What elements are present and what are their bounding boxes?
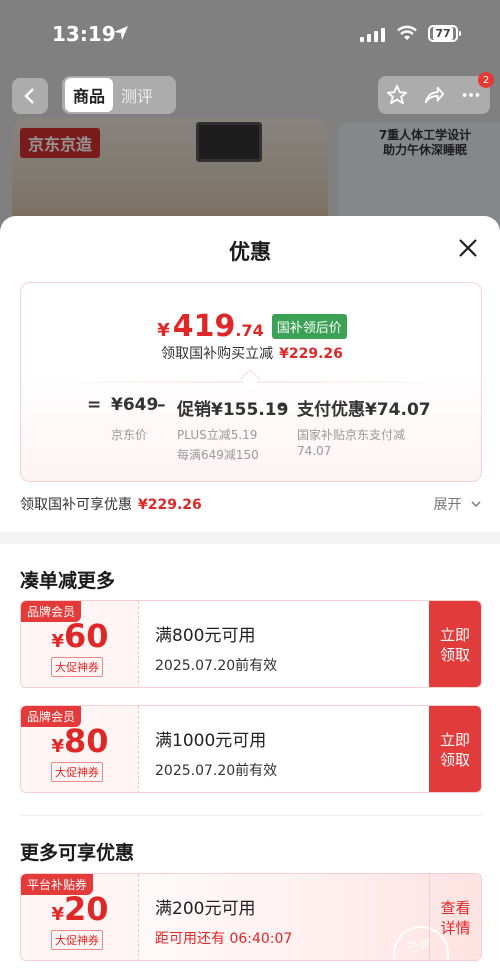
final-price: ¥ 419 .74 国补领后价 [21,309,481,344]
coupon-card[interactable]: 品牌会员 ¥80 大促神券 满1000元可用 2025.07.20前有效 立即领… [20,705,482,793]
promo-label-2: 每满649减150 [177,448,259,462]
coupon-details: 满200元可用 距可用还有 06:40:07 [155,894,292,948]
claim-label-1: 立即 [439,731,470,749]
coupon-value: 80 [64,722,109,760]
coupon-currency: ¥ [51,736,64,757]
coupon-amount: ¥80 [21,722,139,760]
battery-level: 77 [433,27,453,40]
chevron-left-icon [24,88,34,104]
coupon-condition: 满800元可用 [155,626,256,646]
jd-price-label: 京东价 [111,428,148,442]
minus-sign: – [157,395,166,415]
claim-label-2: 领取 [439,646,470,664]
tab-review[interactable]: 测评 [113,78,161,112]
tab-product[interactable]: 商品 [65,78,114,112]
battery-icon: 77 [428,25,461,42]
section-divider [20,815,482,816]
status-time: 13:19 [52,22,116,46]
section-gap [0,532,500,544]
promo-amount: 促销¥155.19 [177,400,289,420]
caret-up-icon [240,369,260,389]
payment-discount: 支付优惠¥74.07 [297,400,431,420]
coupon-countdown: 距可用还有 06:40:07 [155,931,293,947]
back-button[interactable] [12,78,48,114]
nav-actions: 2 [378,72,494,114]
price-integer: 419 [172,309,236,344]
payment-label-2: 74.07 [297,444,332,458]
national-subsidy-text: 领取国补可享优惠 [20,497,132,513]
claim-label-2: 领取 [439,751,470,769]
chevron-down-icon [471,501,481,508]
coupon-validity: 2025.07.20前有效 [155,658,278,674]
location-arrow-icon [114,26,128,40]
coupon-kind: 大促神券 [51,762,103,782]
national-subsidy-row[interactable]: 领取国补可享优惠 ¥229.26 展开 [20,494,482,516]
coupon-value: 60 [64,617,109,655]
price-decimal: .74 [235,321,264,340]
equals-sign: = [87,395,102,415]
national-subsidy-amount: ¥229.26 [138,497,202,513]
discount-sheet: 优惠 ¥ 419 .74 国补领后价 领取国补购买立减 ¥229.26 = ¥64… [0,216,500,974]
expand-label: 展开 [433,497,462,513]
section-title-more-discount: 凑单减更多 [20,570,116,592]
expand-button[interactable]: 展开 [434,494,482,514]
wifi-icon [397,25,417,40]
coupon-currency: ¥ [51,904,64,925]
details-label-1: 查看 [440,899,471,917]
share-icon[interactable] [423,84,445,106]
coupon-condition: 满1000元可用 [155,731,267,751]
coupon-currency: ¥ [51,631,64,652]
price-breakdown-card: ¥ 419 .74 国补领后价 领取国补购买立减 ¥229.26 = ¥649 –… [20,282,482,482]
coupon-card[interactable]: 品牌会员 ¥60 大促神券 满800元可用 2025.07.20前有效 立即领取 [20,600,482,688]
coupon-validity: 2025.07.20前有效 [155,763,278,779]
coupon-value-area: 品牌会员 ¥80 大促神券 [21,706,139,792]
coupon-details: 满800元可用 2025.07.20前有效 [155,621,277,675]
minus-sign: – [277,395,286,415]
coupon-value: 20 [64,890,109,928]
nav-tabs: 商品 测评 [62,76,176,114]
star-icon[interactable] [386,84,408,106]
promo-label-1: PLUS立减5.19 [177,428,258,442]
coupon-amount: ¥20 [21,890,139,928]
coupon-kind: 大促神券 [51,657,103,677]
claim-button[interactable]: 立即 领取 [429,706,481,792]
coupon-card[interactable]: 平台补贴券 ¥20 大促神券 满200元可用 距可用还有 06:40:07 已领… [20,873,482,961]
view-details-button[interactable]: 查看 详情 [429,874,481,960]
more-icon[interactable] [460,84,482,106]
status-bar: 13:19 77 [0,0,500,62]
top-nav: 商品 测评 2 [0,72,500,114]
notification-badge: 2 [478,72,494,88]
coupon-amount: ¥60 [21,617,139,655]
coupon-details: 满1000元可用 2025.07.20前有效 [155,726,277,780]
coupon-condition: 满200元可用 [155,899,256,919]
coupon-value-area: 品牌会员 ¥60 大促神券 [21,601,139,687]
coupon-value-area: 平台补贴券 ¥20 大促神券 [21,874,139,960]
claim-label-1: 立即 [439,626,470,644]
subsidy-summary-amount: ¥229.26 [279,346,343,362]
jd-price: ¥649 [111,395,159,415]
claim-button[interactable]: 立即 领取 [429,601,481,687]
close-icon[interactable] [456,236,480,260]
subsidy-summary: 领取国补购买立减 ¥229.26 [21,343,481,363]
coupon-kind: 大促神券 [51,930,103,950]
section-title-more-offers: 更多可享优惠 [20,842,135,864]
subsidy-price-tag: 国补领后价 [271,314,347,339]
price-currency: ¥ [157,320,170,341]
price-equation: = ¥649 – 促销¥155.19 – 支付优惠¥74.07 [21,395,481,420]
subsidy-summary-text: 领取国补购买立减 [161,346,274,362]
cellular-signal-icon [360,26,385,42]
sheet-title: 优惠 [229,240,271,264]
details-label-2: 详情 [440,919,471,937]
